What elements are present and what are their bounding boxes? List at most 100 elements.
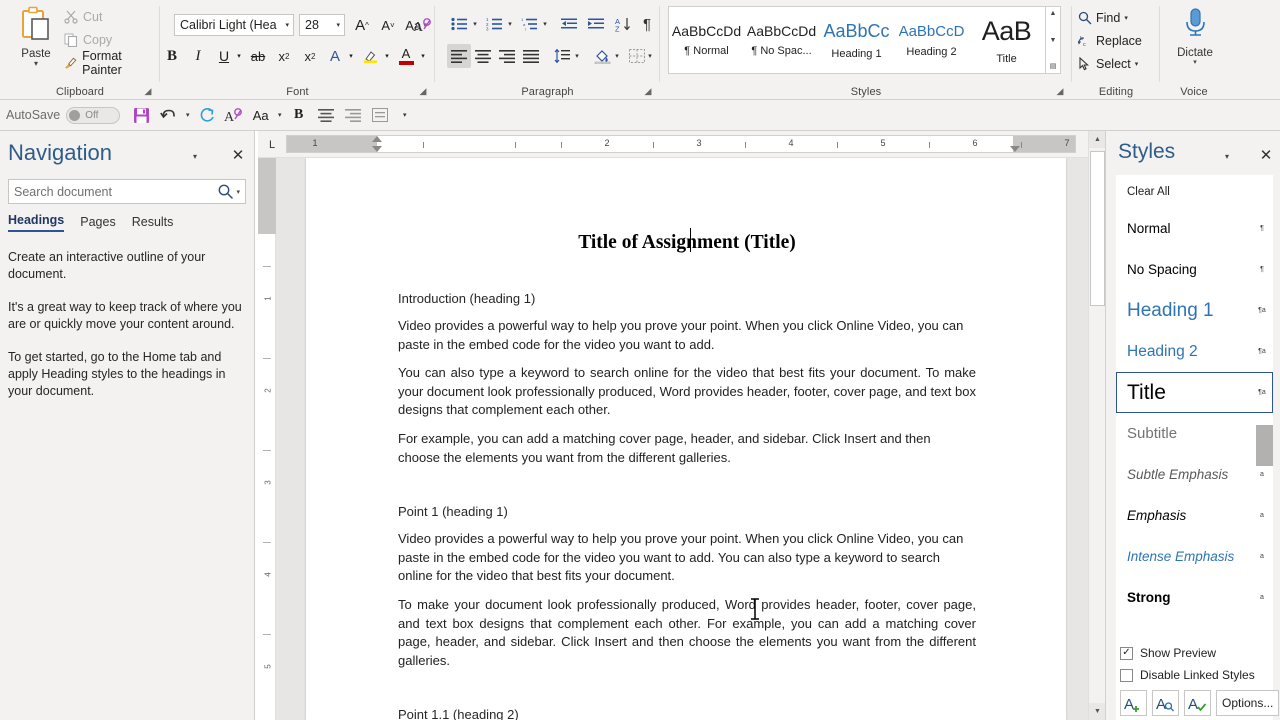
- style-item-no-spacing[interactable]: No Spacing ¶: [1116, 249, 1273, 290]
- style-item-heading2[interactable]: Heading 2 ¶a: [1116, 331, 1273, 372]
- vertical-ruler[interactable]: 1 2 3 4 5: [258, 158, 276, 720]
- bullets-chevron-down-icon[interactable]: ▾: [470, 12, 480, 36]
- undo-button[interactable]: [155, 102, 182, 129]
- center-align-button[interactable]: [471, 44, 495, 68]
- line-spacing-chevron-down-icon[interactable]: ▾: [572, 44, 582, 68]
- align-right-button[interactable]: [495, 44, 519, 68]
- hanging-indent-marker[interactable]: [372, 146, 382, 152]
- navigation-search-box[interactable]: ▾: [8, 179, 246, 204]
- decrease-indent-button[interactable]: [557, 12, 581, 36]
- search-options-chevron-down-icon[interactable]: ▾: [236, 188, 240, 196]
- paragraph-dialog-launcher[interactable]: ◢: [642, 85, 654, 97]
- styles-gallery[interactable]: AaBbCcDd ¶ Normal AaBbCcDd ¶ No Spac... …: [668, 6, 1046, 74]
- font-dialog-launcher[interactable]: ◢: [417, 85, 429, 97]
- font-name-chevron-down-icon[interactable]: ▾: [283, 21, 291, 29]
- shading-chevron-down-icon[interactable]: ▾: [612, 44, 622, 68]
- styles-more-icon[interactable]: ▤: [1050, 62, 1057, 71]
- document-scrollbar[interactable]: ▲ ▼: [1088, 131, 1106, 720]
- navigation-pane-chevron-down-icon[interactable]: ▾: [186, 147, 204, 165]
- style-item-grip[interactable]: [1256, 425, 1273, 466]
- first-line-indent-marker[interactable]: [372, 136, 382, 142]
- nav-tab-headings[interactable]: Headings: [8, 213, 65, 232]
- align-left-button[interactable]: [447, 44, 471, 68]
- style-item-subtle-emphasis[interactable]: Subtle Emphasis a: [1116, 454, 1273, 495]
- save-button[interactable]: [128, 102, 155, 129]
- dictate-button[interactable]: Dictate ▾: [1172, 4, 1218, 74]
- search-icon[interactable]: [217, 183, 234, 200]
- styles-scroll-down-icon[interactable]: ▼: [1050, 36, 1057, 45]
- document-paragraph[interactable]: You can also type a keyword to search on…: [398, 364, 976, 420]
- justify-button[interactable]: [519, 44, 543, 68]
- show-preview-checkbox[interactable]: ✓ Show Preview: [1120, 642, 1280, 664]
- style-gallery-item-heading1[interactable]: AaBbCc Heading 1: [819, 7, 894, 73]
- search-input[interactable]: [9, 180, 218, 203]
- font-color-chevron-down-icon[interactable]: ▾: [418, 44, 428, 68]
- subscript-button[interactable]: x2: [272, 44, 296, 68]
- dictate-chevron-down-icon[interactable]: ▾: [1172, 59, 1218, 66]
- numbering-button[interactable]: 1 2 3: [482, 12, 506, 36]
- clipboard-dialog-launcher[interactable]: ◢: [142, 85, 154, 97]
- nav-tab-results[interactable]: Results: [132, 215, 174, 232]
- center-align-button[interactable]: [312, 102, 339, 129]
- font-size-chevron-down-icon[interactable]: ▾: [334, 21, 342, 29]
- redo-button[interactable]: [193, 102, 220, 129]
- style-gallery-item-no-spacing[interactable]: AaBbCcDd ¶ No Spac...: [744, 7, 819, 73]
- style-item-clear-all[interactable]: Clear All: [1116, 175, 1273, 208]
- find-chevron-down-icon[interactable]: ▾: [1124, 14, 1128, 22]
- navigation-pane-close-icon[interactable]: ✕: [228, 145, 248, 165]
- manage-styles-button[interactable]: A: [1184, 690, 1211, 716]
- style-item-intense-emphasis[interactable]: Intense Emphasis a: [1116, 536, 1273, 577]
- line-spacing-button[interactable]: [550, 44, 574, 68]
- grow-font-button[interactable]: A ^: [350, 14, 374, 36]
- multilevel-chevron-down-icon[interactable]: ▾: [540, 12, 550, 36]
- styles-dialog-launcher[interactable]: ◢: [1054, 85, 1066, 97]
- underline-button[interactable]: U: [212, 44, 236, 68]
- bold-button[interactable]: B: [160, 44, 184, 68]
- options-button[interactable]: Options...: [1216, 690, 1280, 716]
- document-heading[interactable]: Point 1 (heading 1): [398, 503, 976, 520]
- font-size-input[interactable]: 28 ▾: [299, 14, 345, 36]
- bullets-button[interactable]: [447, 12, 471, 36]
- styles-gallery-scrollbar[interactable]: ▲ ▼ ▤: [1046, 6, 1061, 74]
- document-heading[interactable]: Point 1.1 (heading 2): [398, 706, 976, 720]
- find-button[interactable]: Find ▾: [1078, 6, 1156, 29]
- superscript-button[interactable]: x2: [298, 44, 322, 68]
- sort-button[interactable]: A Z: [611, 12, 635, 36]
- tab-stop-selector[interactable]: L: [263, 136, 281, 154]
- style-gallery-item-heading2[interactable]: AaBbCcD Heading 2: [894, 7, 969, 73]
- clear-formatting-button[interactable]: A: [220, 102, 247, 129]
- scrollbar-thumb[interactable]: [1090, 151, 1105, 306]
- horizontal-ruler[interactable]: L 1 2 3 4 5 6 7: [258, 131, 1088, 158]
- format-painter-button[interactable]: Format Painter: [64, 49, 160, 77]
- bold-button[interactable]: B: [285, 102, 312, 129]
- paste-button[interactable]: Paste ▾: [8, 4, 64, 76]
- document-canvas[interactable]: Title of Assignment (Title) Introduction…: [276, 158, 1088, 720]
- text-effects-chevron-down-icon[interactable]: ▾: [346, 44, 356, 68]
- right-indent-marker[interactable]: [1010, 146, 1020, 152]
- styles-pane-close-icon[interactable]: ✕: [1256, 145, 1276, 165]
- justify-button[interactable]: [366, 102, 393, 129]
- paste-chevron-down-icon[interactable]: ▾: [8, 60, 64, 68]
- style-inspector-button[interactable]: A: [1152, 690, 1179, 716]
- new-style-button[interactable]: A: [1120, 690, 1147, 716]
- select-chevron-down-icon[interactable]: ▾: [1135, 60, 1139, 68]
- document-paragraph[interactable]: For example, you can add a matching cove…: [398, 430, 976, 467]
- text-effects-button[interactable]: A: [323, 44, 347, 68]
- document-paragraph[interactable]: Video provides a powerful way to help yo…: [398, 530, 976, 586]
- document-paragraph[interactable]: Video provides a powerful way to help yo…: [398, 317, 976, 354]
- font-color-button[interactable]: A: [394, 44, 418, 68]
- style-item-title[interactable]: Title ¶a: [1116, 372, 1273, 413]
- copy-button[interactable]: Copy: [64, 29, 112, 51]
- numbering-chevron-down-icon[interactable]: ▾: [505, 12, 515, 36]
- align-right-button[interactable]: [339, 102, 366, 129]
- italic-button[interactable]: I: [186, 44, 210, 68]
- document-body[interactable]: Title of Assignment (Title) Introduction…: [398, 182, 976, 720]
- document-page[interactable]: Title of Assignment (Title) Introduction…: [306, 158, 1066, 720]
- styles-pane-chevron-down-icon[interactable]: ▾: [1218, 147, 1236, 165]
- clear-all-formatting-button[interactable]: A: [410, 14, 434, 36]
- autosave-toggle[interactable]: Off: [66, 106, 121, 124]
- text-highlight-button[interactable]: [358, 44, 382, 68]
- underline-chevron-down-icon[interactable]: ▾: [234, 44, 244, 68]
- disable-linked-styles-checkbox[interactable]: Disable Linked Styles: [1120, 664, 1280, 686]
- change-case-button[interactable]: Aa: [247, 102, 274, 129]
